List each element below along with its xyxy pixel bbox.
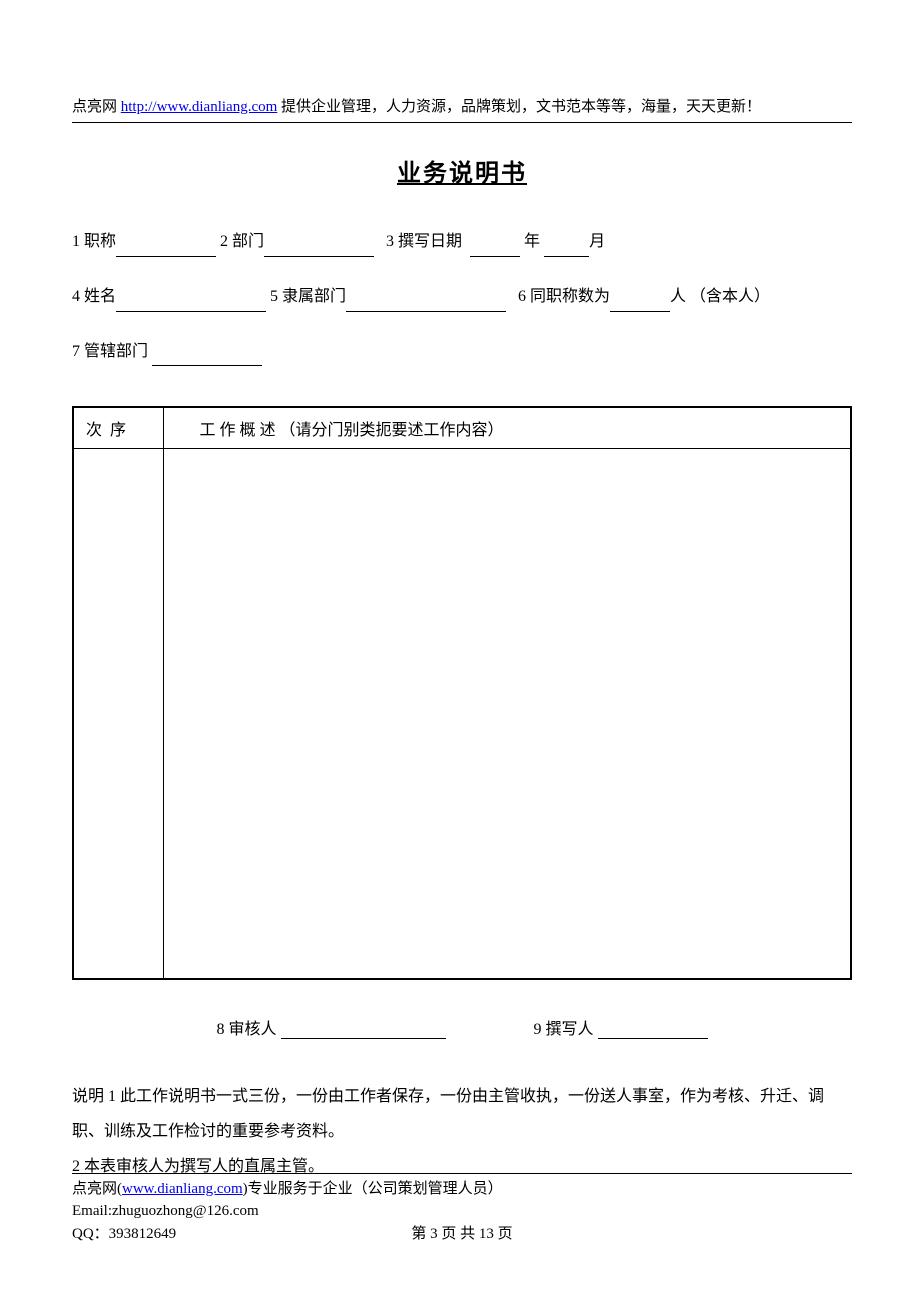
- blank-count: [610, 294, 670, 312]
- cell-summary-body: [163, 449, 851, 979]
- footer-divider: [72, 1173, 852, 1174]
- footer: 点亮网(www.dianliang.com)专业服务于企业（公司策划管理人员） …: [72, 1173, 852, 1246]
- blank-department: [264, 239, 374, 257]
- signature-row: 8 审核人 9 撰写人: [72, 1015, 852, 1039]
- work-summary-table: 次 序 工 作 概 述 （请分门别类扼要述工作内容）: [72, 406, 852, 980]
- label-subordinate: 5 隶属部门: [270, 288, 346, 305]
- form-row-1: 1 职称 2 部门 3 撰写日期 年 月: [72, 228, 852, 257]
- label-year: 年: [524, 233, 540, 250]
- footer-line-1: 点亮网(www.dianliang.com)专业服务于企业（公司策划管理人员）: [72, 1178, 852, 1201]
- blank-manage-dept: [152, 348, 262, 366]
- note-1: 说明 1 此工作说明书一式三份，一份由工作者保存，一份由主管收执，一份送人事室，…: [72, 1079, 852, 1149]
- label-reviewer: 8 审核人: [216, 1021, 276, 1038]
- footer-suffix: )专业服务于企业（公司策划管理人员）: [243, 1181, 503, 1197]
- footer-link[interactable]: www.dianliang.com: [122, 1181, 243, 1197]
- form-row-3: 7 管辖部门: [72, 338, 852, 367]
- col-order: 次 序: [73, 407, 163, 449]
- header-prefix: 点亮网: [72, 99, 121, 115]
- blank-name: [116, 294, 266, 312]
- header-divider: [72, 122, 852, 123]
- blank-writer: [598, 1021, 708, 1039]
- table-body-row: [73, 449, 851, 979]
- blank-subordinate: [346, 294, 506, 312]
- label-writer: 9 撰写人: [534, 1021, 594, 1038]
- col-summary: 工 作 概 述 （请分门别类扼要述工作内容）: [163, 407, 851, 449]
- cell-order-body: [73, 449, 163, 979]
- page-number: 第 3 页 共 13 页: [72, 1223, 852, 1246]
- blank-month: [544, 239, 589, 257]
- label-manage-dept: 7 管辖部门: [72, 343, 148, 360]
- header-link[interactable]: http://www.dianliang.com: [121, 99, 278, 115]
- label-date: 3 撰写日期: [386, 233, 462, 250]
- footer-bottom-row: QQ：393812649 第 3 页 共 13 页: [72, 1223, 852, 1246]
- footer-email: Email:zhuguozhong@126.com: [72, 1200, 852, 1223]
- label-job-title: 1 职称: [72, 233, 116, 250]
- table-header-row: 次 序 工 作 概 述 （请分门别类扼要述工作内容）: [73, 407, 851, 449]
- header-text: 点亮网 http://www.dianliang.com 提供企业管理，人力资源…: [72, 95, 852, 116]
- blank-job-title: [116, 239, 216, 257]
- footer-prefix: 点亮网(: [72, 1181, 122, 1197]
- label-month: 月: [589, 233, 605, 250]
- header-suffix: 提供企业管理，人力资源，品牌策划，文书范本等等，海量，天天更新！: [277, 99, 761, 115]
- notes-section: 说明 1 此工作说明书一式三份，一份由工作者保存，一份由主管收执，一份送人事室，…: [72, 1079, 852, 1185]
- blank-year: [470, 239, 520, 257]
- label-name: 4 姓名: [72, 288, 116, 305]
- form-row-2: 4 姓名 5 隶属部门 6 同职称数为 人 （含本人）: [72, 283, 852, 312]
- label-same-title: 6 同职称数为: [518, 288, 610, 305]
- document-title: 业务说明书: [72, 153, 852, 188]
- label-people-suffix: 人 （含本人）: [670, 288, 770, 305]
- label-department: 2 部门: [220, 233, 264, 250]
- blank-reviewer: [281, 1021, 446, 1039]
